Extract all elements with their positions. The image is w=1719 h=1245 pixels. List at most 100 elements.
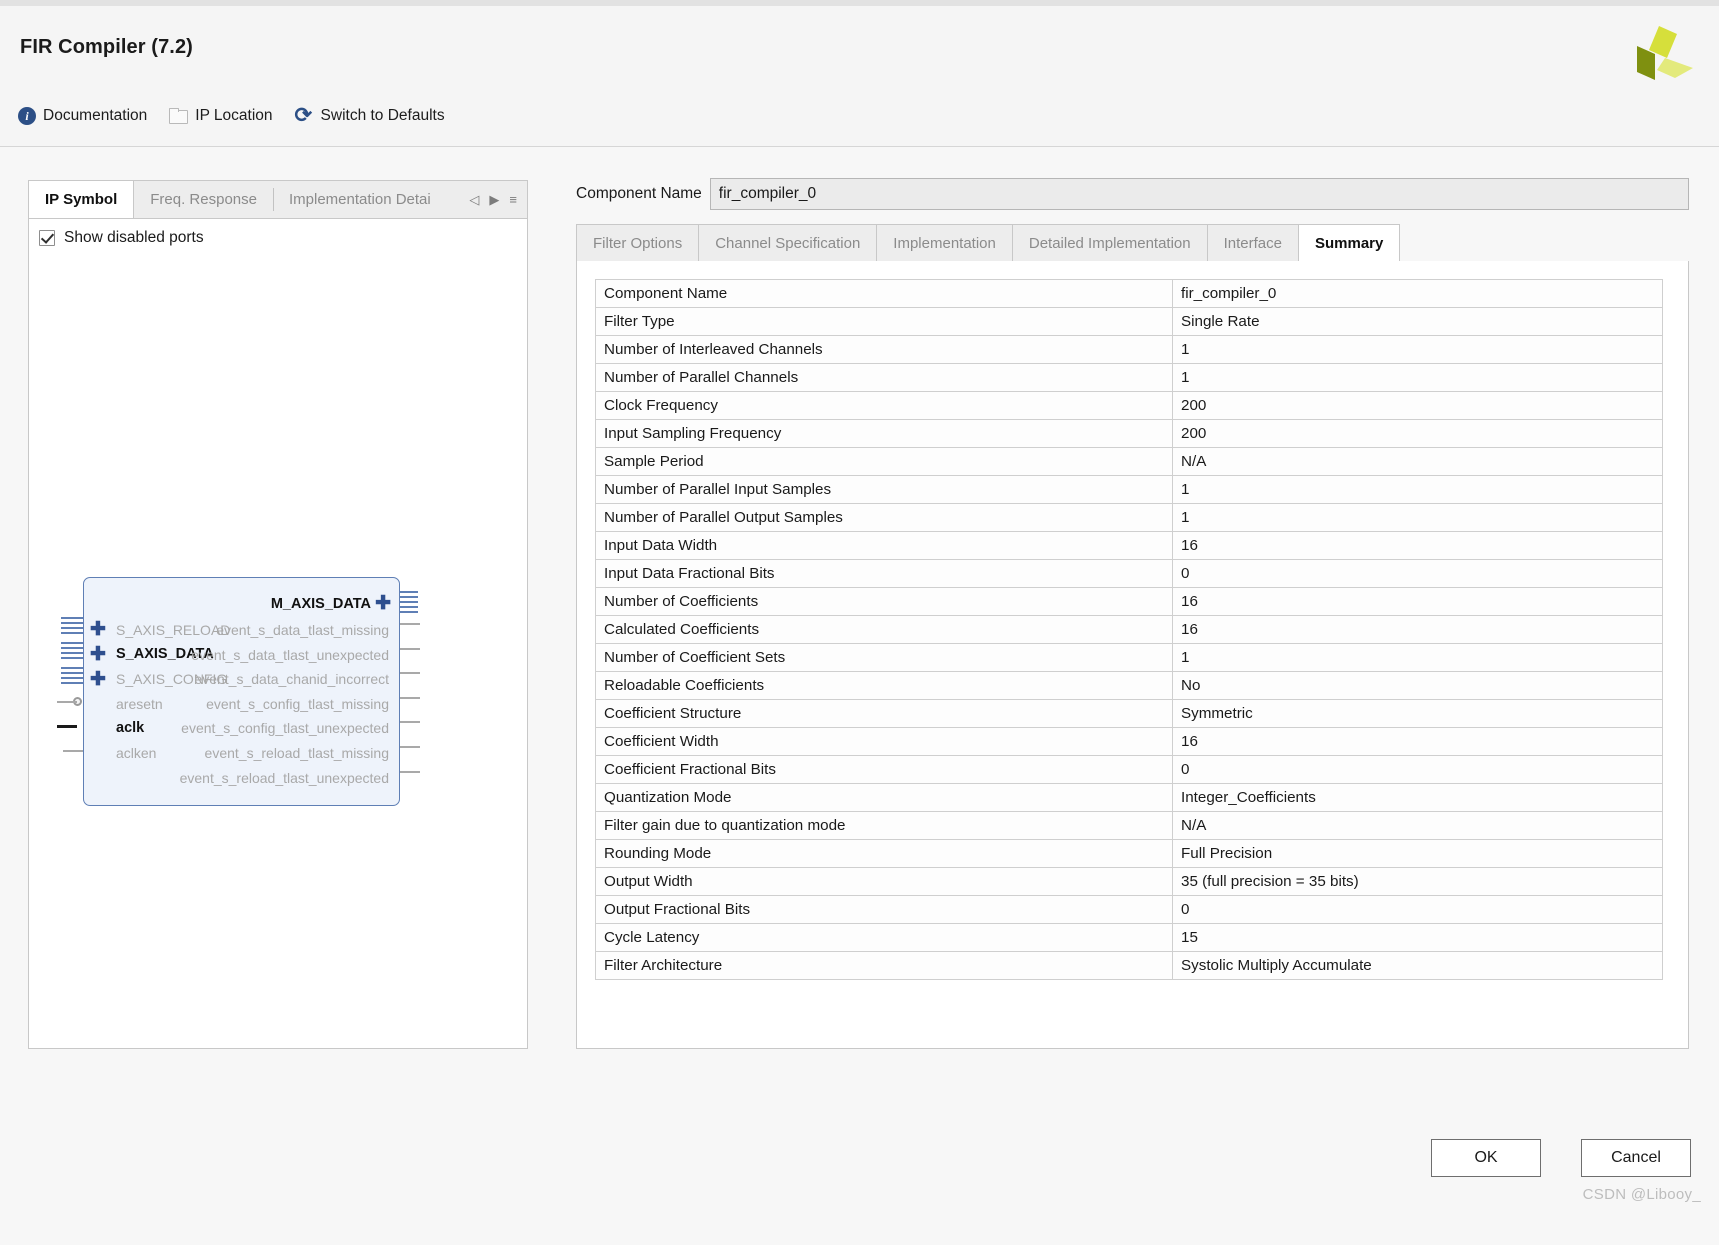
ok-button[interactable]: OK [1431, 1139, 1541, 1177]
pin-aresetn-line [57, 700, 77, 703]
table-row: Input Data Fractional Bits 0 [595, 559, 1663, 588]
pin-event-data-tlast-missing-line [400, 623, 420, 625]
table-row: Coefficient Structure Symmetric [595, 699, 1663, 728]
tab-implementation-details-label: Implementation Detai [288, 191, 431, 208]
port-event-s-reload-tlast-unexpected: event_s_reload_tlast_unexpected [179, 770, 389, 786]
chevron-left-icon[interactable]: ◁ [469, 192, 479, 208]
pin-aclk-line [57, 725, 77, 728]
summary-table-body: Component Name fir_compiler_0 Filter Type S… [595, 279, 1663, 980]
port-event-s-data-tlast-unexpected: event_s_data_tlast_unexpected [191, 647, 389, 663]
ip-location-label: IP Location [195, 106, 273, 124]
summary-key-cell: Number of Parallel Channels [595, 363, 1173, 392]
table-row: Input Data Width 16 [595, 531, 1663, 560]
table-row: Number of Coefficients 16 [595, 587, 1663, 616]
table-row: Filter Type Single Rate [595, 307, 1663, 336]
plus-icon-maxis[interactable]: ✚ [375, 594, 391, 613]
tab-channel-specification-label: Channel Specification [715, 234, 861, 252]
table-row: Clock Frequency 200 [595, 391, 1663, 420]
table-row: Sample Period N/A [595, 447, 1663, 476]
summary-value-cell: Symmetric [1172, 699, 1663, 728]
summary-value-cell: Systolic Multiply Accumulate [1172, 951, 1663, 980]
tab-filter-options-label: Filter Options [593, 234, 683, 252]
folder-icon [169, 108, 189, 124]
tab-channel-specification[interactable]: Channel Specification [698, 224, 877, 262]
tab-summary[interactable]: Summary [1298, 224, 1401, 262]
dialog-footer: OK Cancel [1431, 1139, 1691, 1177]
summary-value-cell: 16 [1172, 727, 1663, 756]
summary-key-cell: Clock Frequency [595, 391, 1173, 420]
port-aresetn: aresetn [116, 696, 163, 712]
port-event-s-data-chanid-incorrect: event_s_data_chanid_incorrect [194, 671, 389, 687]
summary-key-cell: Reloadable Coefficients [595, 671, 1173, 700]
summary-key-cell: Coefficient Structure [595, 699, 1173, 728]
summary-value-cell: Single Rate [1172, 307, 1663, 336]
switch-to-defaults-button[interactable]: ⟳ Switch to Defaults [294, 104, 445, 127]
component-name-label: Component Name [576, 185, 702, 202]
summary-value-cell: 15 [1172, 923, 1663, 952]
table-row: Output Fractional Bits 0 [595, 895, 1663, 924]
cancel-button[interactable]: Cancel [1581, 1139, 1691, 1177]
summary-key-cell: Number of Coefficients [595, 587, 1173, 616]
table-row: Number of Parallel Channels 1 [595, 363, 1663, 392]
table-row: Output Width 35 (full precision = 35 bits… [595, 867, 1663, 896]
tab-menu-icon[interactable]: ≡ [509, 192, 517, 207]
bus-stub-m-axis-icon [400, 591, 418, 621]
plus-icon-reload[interactable]: ✚ [90, 620, 106, 639]
summary-key-cell: Filter gain due to quantization mode [595, 811, 1173, 840]
summary-key-cell: Number of Parallel Input Samples [595, 475, 1173, 504]
table-row: Number of Coefficient Sets 1 [595, 643, 1663, 672]
tabbar-filler [1400, 224, 1689, 262]
table-row: Calculated Coefficients 16 [595, 615, 1663, 644]
summary-value-cell: 16 [1172, 615, 1663, 644]
tab-freq-response-label: Freq. Response [150, 191, 257, 208]
pin-event-reload-tlast-unexpected-line [400, 771, 420, 773]
table-row: Number of Parallel Input Samples 1 [595, 475, 1663, 504]
refresh-icon: ⟳ [294, 104, 313, 127]
table-row: Rounding Mode Full Precision [595, 839, 1663, 868]
tab-filter-options[interactable]: Filter Options [576, 224, 699, 262]
summary-key-cell: Calculated Coefficients [595, 615, 1173, 644]
tab-interface[interactable]: Interface [1206, 224, 1298, 262]
summary-value-cell: Full Precision [1172, 839, 1663, 868]
table-row: Component Name fir_compiler_0 [595, 279, 1663, 308]
tab-detailed-implementation[interactable]: Detailed Implementation [1011, 224, 1207, 262]
port-event-s-config-tlast-missing: event_s_config_tlast_missing [206, 696, 389, 712]
port-s-axis-reload: S_AXIS_RELOAD [116, 622, 231, 638]
summary-value-cell: N/A [1172, 447, 1663, 476]
tab-ip-symbol[interactable]: IP Symbol [29, 181, 135, 218]
ip-location-button[interactable]: IP Location [169, 106, 273, 125]
tab-implementation[interactable]: Implementation [876, 224, 1012, 262]
left-tabbar: IP Symbol Freq. Response Implementation … [28, 180, 528, 218]
summary-value-cell: 0 [1172, 895, 1663, 924]
pin-event-data-tlast-unexpected-line [400, 648, 420, 650]
table-row: Number of Parallel Output Samples 1 [595, 503, 1663, 532]
summary-tab-panel: Component Name fir_compiler_0 Filter Type S… [576, 261, 1689, 1049]
chevron-right-icon[interactable]: ▶ [489, 192, 499, 208]
table-row: Coefficient Width 16 [595, 727, 1663, 756]
plus-icon-config[interactable]: ✚ [90, 670, 106, 689]
port-event-s-data-tlast-missing: event_s_data_tlast_missing [216, 622, 389, 638]
tab-implementation-details[interactable]: Implementation Detai [272, 181, 447, 218]
documentation-button[interactable]: i Documentation [18, 106, 147, 125]
table-row: Quantization Mode Integer_Coefficients [595, 783, 1663, 812]
plus-icon-data[interactable]: ✚ [90, 645, 106, 664]
table-row: Number of Interleaved Channels 1 [595, 335, 1663, 364]
dialog-header: FIR Compiler (7.2) i Documentation IP Lo… [0, 6, 1719, 147]
left-panel: IP Symbol Freq. Response Implementation … [28, 180, 528, 1049]
pin-event-reload-tlast-missing-line [400, 746, 420, 748]
summary-key-cell: Output Fractional Bits [595, 895, 1173, 924]
summary-value-cell: 200 [1172, 419, 1663, 448]
summary-key-cell: Component Name [595, 279, 1173, 308]
summary-key-cell: Sample Period [595, 447, 1173, 476]
summary-key-cell: Number of Parallel Output Samples [595, 503, 1173, 532]
header-toolbar: i Documentation IP Location ⟳ Switch to … [18, 104, 445, 127]
component-name-input[interactable]: fir_compiler_0 [709, 178, 1689, 210]
summary-value-cell: 1 [1172, 643, 1663, 672]
tab-freq-response[interactable]: Freq. Response [134, 181, 273, 218]
summary-key-cell: Input Data Width [595, 531, 1173, 560]
left-tab-scroll-controls: ◁ ▶ ≡ [465, 181, 527, 218]
table-row: Coefficient Fractional Bits 0 [595, 755, 1663, 784]
summary-table: Component Name fir_compiler_0 Filter Type S… [595, 279, 1663, 980]
pin-event-config-tlast-unexpected-line [400, 721, 420, 723]
table-row: Input Sampling Frequency 200 [595, 419, 1663, 448]
